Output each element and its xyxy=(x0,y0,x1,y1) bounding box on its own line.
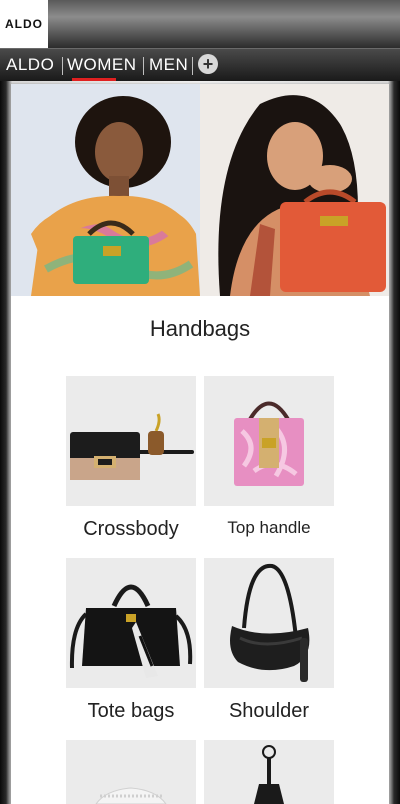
nav-separator xyxy=(62,57,63,75)
active-tab-indicator xyxy=(72,78,116,81)
brand-logo[interactable]: ALDO xyxy=(0,0,48,48)
hero-image-right[interactable] xyxy=(200,84,389,296)
logo-text: ALDO xyxy=(5,17,43,31)
category-tile-partial-1[interactable] xyxy=(66,740,196,804)
section-title: Handbags xyxy=(149,316,251,341)
crossbody-bag-image xyxy=(66,376,196,506)
category-tile-shoulder[interactable] xyxy=(204,558,334,688)
tote-bag-image xyxy=(66,558,196,688)
top-handle-bag-image xyxy=(204,376,334,506)
hero-image-left[interactable] xyxy=(11,84,200,296)
category-label-shoulder[interactable]: Shoulder xyxy=(204,700,334,723)
category-tile-top-handle[interactable] xyxy=(204,376,334,506)
nav-item-women[interactable]: WOMEN xyxy=(67,55,137,75)
add-icon[interactable]: + xyxy=(198,54,218,74)
content-card: Handbags Crossbody Top handle Tote bags … xyxy=(11,84,389,804)
nav-item-aldo[interactable]: ALDO xyxy=(6,55,54,75)
category-tile-tote-bags[interactable] xyxy=(66,558,196,688)
category-tile-crossbody[interactable] xyxy=(66,376,196,506)
bag-image-partial xyxy=(204,740,334,804)
category-label-tote-bags[interactable]: Tote bags xyxy=(66,700,196,723)
shoulder-bag-image xyxy=(204,558,334,688)
category-tile-partial-2[interactable] xyxy=(204,740,334,804)
bag-image-partial xyxy=(66,740,196,804)
top-header: ALDO xyxy=(0,0,400,48)
nav-item-men[interactable]: MEN xyxy=(149,55,188,75)
category-label-crossbody[interactable]: Crossbody xyxy=(66,518,196,541)
nav-separator xyxy=(143,57,144,75)
hero-woman-orange-bag-illustration xyxy=(200,84,389,296)
hero-woman-green-bag-illustration xyxy=(11,84,200,296)
nav-separator xyxy=(192,57,193,75)
category-label-top-handle[interactable]: Top handle xyxy=(204,518,334,538)
